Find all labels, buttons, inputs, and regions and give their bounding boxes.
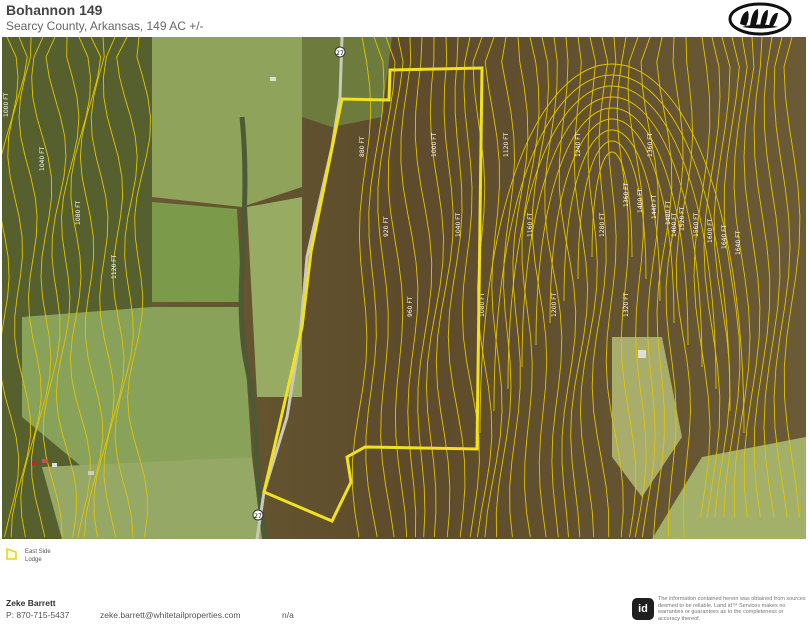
pasture <box>152 37 302 207</box>
building <box>42 459 48 463</box>
road-label: 27 <box>254 513 262 520</box>
contour-label: 1080 FT <box>75 200 82 225</box>
contour-label: 1400 FT <box>671 212 678 237</box>
contour-label: 1200 FT <box>551 292 558 317</box>
legend-label: East Side Lodge <box>25 549 51 563</box>
contour-label: 1000 FT <box>3 92 10 117</box>
contour-label: 1040 FT <box>39 146 46 171</box>
contour-label: 1160 FT <box>527 212 534 237</box>
pasture <box>152 202 242 302</box>
contour-label: 960 FT <box>407 296 414 317</box>
pasture <box>42 457 262 539</box>
building <box>32 461 38 465</box>
bear-paw-icon <box>728 2 792 36</box>
agent-email[interactable]: zeke.barrett@whitetailproperties.com <box>100 610 240 620</box>
agent-name: Zeke Barrett <box>6 598 56 608</box>
contour-label: 880 FT <box>359 136 366 157</box>
contour-label: 1360 FT <box>647 132 654 157</box>
agent-extra: n/a <box>282 610 294 620</box>
building <box>270 77 276 81</box>
contour-label: 1280 FT <box>599 212 606 237</box>
contour-label: 1000 FT <box>431 132 438 157</box>
contour-label: 1600 FT <box>707 218 714 243</box>
building <box>88 471 94 475</box>
contour-label: 1040 FT <box>455 212 462 237</box>
contour-label: 1120 FT <box>503 132 510 157</box>
contour-label: 1480 FT <box>665 200 672 225</box>
contour-label: 1640 FT <box>735 230 742 255</box>
contour-label: 1240 FT <box>575 132 582 157</box>
contour-label: 1320 FT <box>623 292 630 317</box>
building <box>52 463 57 467</box>
contour-label: 1400 FT <box>637 188 644 213</box>
contour-label: 1560 FT <box>693 212 700 237</box>
contour-label: 1440 FT <box>651 194 658 219</box>
contour-label: 1360 FT <box>623 182 630 207</box>
id-logo: id <box>632 598 654 620</box>
road-marker: 27 <box>334 46 346 58</box>
agent-phone[interactable]: P: 870-715-5437 <box>6 610 69 620</box>
contour-label: 1640 FT <box>721 224 728 249</box>
building <box>638 350 646 358</box>
disclaimer-text: The information contained herein was obt… <box>658 596 806 622</box>
contour-label: 1520 FT <box>679 206 686 231</box>
page-title: Bohannon 149 <box>6 2 103 18</box>
map-view[interactable]: 880 FT 920 FT 960 FT 1000 FT 1040 FT 1080 FT 1… <box>2 37 806 539</box>
contour-label: 920 FT <box>383 216 390 237</box>
parcel-outline-icon <box>6 548 17 560</box>
road-label: 27 <box>336 50 344 57</box>
page-subtitle: Searcy County, Arkansas, 149 AC +/- <box>6 19 204 33</box>
road-marker: 27 <box>252 509 264 521</box>
contour-label: 1120 FT <box>111 254 118 279</box>
